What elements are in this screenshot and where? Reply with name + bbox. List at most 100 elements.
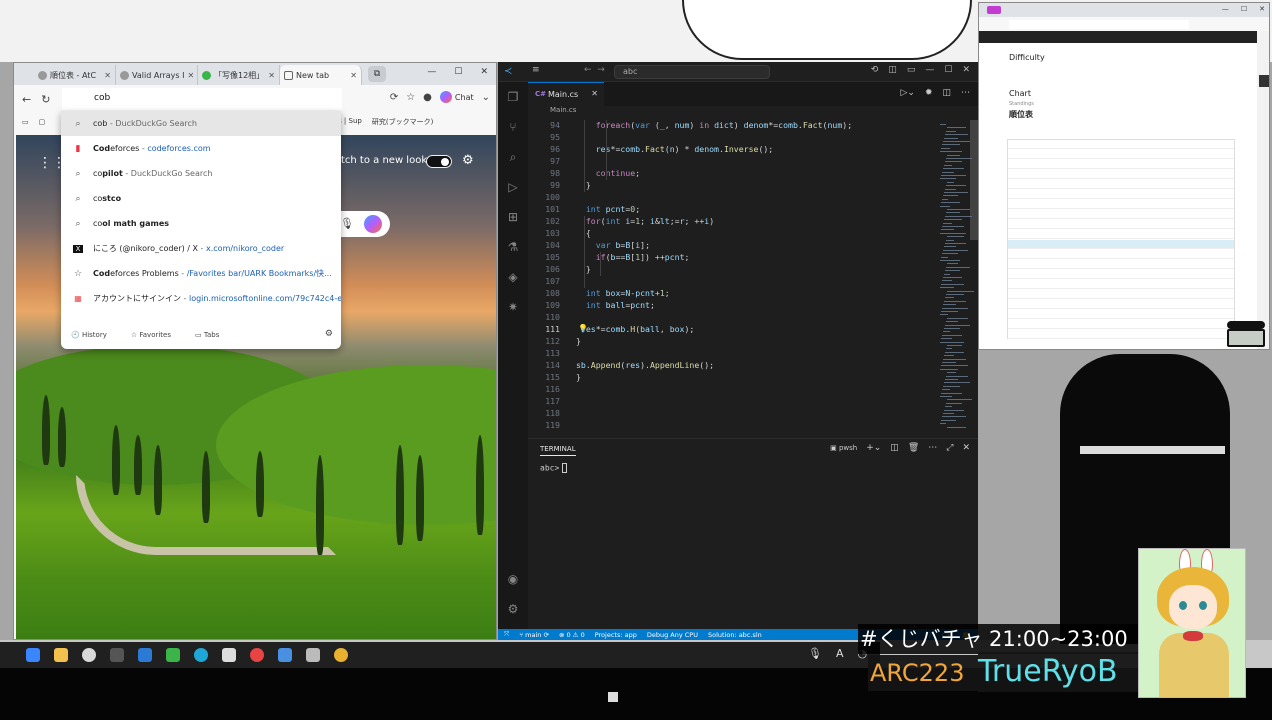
- table-row[interactable]: [1008, 270, 1234, 279]
- new-look-toggle[interactable]: [426, 155, 452, 168]
- favorites-button[interactable]: ☆ Favorites: [131, 331, 171, 339]
- table-row[interactable]: [1008, 260, 1234, 269]
- code-line[interactable]: 100: [528, 192, 938, 204]
- copilot-icon[interactable]: [364, 215, 382, 233]
- popup-widget[interactable]: [1227, 329, 1265, 347]
- close-window-icon[interactable]: ✕: [480, 67, 488, 77]
- close-icon[interactable]: ✕: [591, 89, 598, 98]
- panel-icon[interactable]: ▭: [907, 65, 916, 75]
- explorer-icon[interactable]: ❐: [505, 90, 521, 106]
- favorite-star-icon[interactable]: ☆: [406, 92, 415, 103]
- suggestion-item[interactable]: ⌕ cool math games: [61, 211, 341, 236]
- gear-extension-icon[interactable]: ✷: [505, 300, 521, 316]
- debug-icon[interactable]: ✹: [925, 88, 933, 98]
- terminal-icon[interactable]: [110, 648, 124, 662]
- minimize-icon[interactable]: —: [1222, 5, 1229, 13]
- code-line[interactable]: 103 {: [528, 228, 938, 240]
- mini-url-field[interactable]: [1009, 20, 1189, 29]
- code-line[interactable]: 95: [528, 132, 938, 144]
- code-line[interactable]: 119: [528, 420, 938, 432]
- tabs-button[interactable]: ▭ Tabs: [195, 331, 219, 339]
- layout-icon[interactable]: ◫: [888, 65, 897, 75]
- address-bar[interactable]: cob: [62, 88, 342, 110]
- favorite-item-research[interactable]: 研究(ブックマーク): [372, 117, 433, 127]
- file-explorer-icon[interactable]: [54, 648, 68, 662]
- vscode-icon[interactable]: [138, 648, 152, 662]
- suggestion-item[interactable]: ⌕ cob - DuckDuckGo Search: [61, 111, 341, 136]
- account-icon[interactable]: ◉: [505, 572, 521, 588]
- branch-indicator[interactable]: ⑂ main ⟳: [519, 631, 549, 639]
- source-control-icon[interactable]: ⑂: [505, 120, 521, 136]
- testing-icon[interactable]: ⚗: [505, 240, 521, 256]
- table-row[interactable]: [1008, 210, 1234, 219]
- table-row[interactable]: [1008, 240, 1234, 249]
- code-line[interactable]: 113: [528, 348, 938, 360]
- code-line[interactable]: 111 💡 res*=comb.H(ball, box);: [528, 324, 938, 336]
- table-row[interactable]: [1008, 310, 1234, 319]
- close-window-icon[interactable]: ✕: [962, 65, 970, 75]
- folder-icon[interactable]: ▢: [39, 118, 46, 126]
- more-actions-icon[interactable]: ⋯: [961, 88, 970, 98]
- code-line[interactable]: 98 continue;: [528, 168, 938, 180]
- menu-icon[interactable]: ≡: [532, 65, 540, 75]
- suggestion-item[interactable]: ⌕ costco: [61, 186, 341, 211]
- code-line[interactable]: 99 }: [528, 180, 938, 192]
- ime-icon[interactable]: A: [836, 647, 844, 660]
- remote-icon[interactable]: ⤧: [504, 630, 509, 639]
- table-row[interactable]: [1008, 300, 1234, 309]
- code-line[interactable]: 105 if(b==B[1]) ++pcnt;: [528, 252, 938, 264]
- suggestion-item[interactable]: ▦ アカウントにサインイン - login.microsoftonline.co…: [61, 286, 341, 311]
- copilot-icon[interactable]: ⟲: [871, 65, 879, 75]
- search-icon[interactable]: ⌕: [505, 150, 521, 166]
- start-icon[interactable]: [26, 648, 40, 662]
- project-indicator[interactable]: Projects: app: [595, 631, 637, 639]
- profile-avatar-icon[interactable]: ●: [423, 92, 432, 103]
- close-panel-icon[interactable]: ✕: [962, 443, 970, 453]
- table-row[interactable]: [1008, 170, 1234, 179]
- extensions-icon[interactable]: ⊞: [505, 210, 521, 226]
- close-window-icon[interactable]: ✕: [1259, 5, 1265, 13]
- tab-badge-icon[interactable]: [987, 6, 1001, 14]
- split-editor-icon[interactable]: ◫: [942, 88, 951, 98]
- copilot-chat-button[interactable]: Chat: [439, 91, 474, 103]
- maximize-panel-icon[interactable]: ⤢: [946, 443, 953, 453]
- code-line[interactable]: 117: [528, 396, 938, 408]
- solution-indicator[interactable]: Solution: abc.sln: [708, 631, 762, 639]
- terminal-prompt[interactable]: abc>: [540, 463, 568, 473]
- sidebar-toggle-button[interactable]: [1259, 75, 1269, 87]
- split-terminal-icon[interactable]: ◫: [890, 443, 899, 453]
- table-row[interactable]: [1008, 200, 1234, 209]
- suggestion-item[interactable]: ▮ Codeforces - codeforces.com: [61, 136, 341, 161]
- command-center-search[interactable]: abc: [614, 65, 770, 79]
- microphone-icon[interactable]: 🎙: [340, 217, 354, 230]
- new-tab-button[interactable]: ⧉: [368, 66, 386, 82]
- close-icon[interactable]: ✕: [268, 71, 275, 80]
- code-line[interactable]: 108 int box=N-pcnt+1;: [528, 288, 938, 300]
- maximize-icon[interactable]: ☐: [454, 67, 462, 77]
- browser-tab-new-tab[interactable]: New tab ✕: [280, 65, 362, 85]
- table-row[interactable]: [1008, 150, 1234, 159]
- code-line[interactable]: 118: [528, 408, 938, 420]
- editor-tab-main-cs[interactable]: C# Main.cs ✕: [528, 82, 604, 106]
- code-line[interactable]: 104 var b=B[i];: [528, 240, 938, 252]
- code-line[interactable]: 97: [528, 156, 938, 168]
- navigation-arrows[interactable]: ← →: [584, 65, 605, 75]
- table-row[interactable]: [1008, 330, 1234, 339]
- chrome-icon[interactable]: [334, 648, 348, 662]
- code-line[interactable]: 115}: [528, 372, 938, 384]
- line-icon[interactable]: [166, 648, 180, 662]
- browser-tab-valid-arrays[interactable]: Valid Arrays I ✕: [116, 65, 198, 85]
- close-icon[interactable]: ✕: [187, 71, 194, 80]
- chrome-like-icon[interactable]: [82, 648, 96, 662]
- minimize-icon[interactable]: —: [427, 67, 436, 77]
- browser-tab-mapping[interactable]: 「写像12相」 ✕: [198, 65, 280, 85]
- table-row[interactable]: [1008, 320, 1234, 329]
- code-line[interactable]: 94 foreach(var (_, num) in dict) denom*=…: [528, 120, 938, 132]
- suggestion-item[interactable]: X にころ (@nikoro_coder) / X - x.com/nikoro…: [61, 236, 341, 261]
- terminal-shell-selector[interactable]: ▣ pwsh: [830, 444, 857, 452]
- trash-icon[interactable]: 🗑: [908, 443, 919, 453]
- address-input-value[interactable]: cob: [94, 93, 110, 103]
- suggestion-item[interactable]: ☆ Codeforces Problems - /Favorites bar/U…: [61, 261, 341, 286]
- table-row[interactable]: [1008, 250, 1234, 259]
- suggestion-item[interactable]: ⌕ copilot - DuckDuckGo Search: [61, 161, 341, 186]
